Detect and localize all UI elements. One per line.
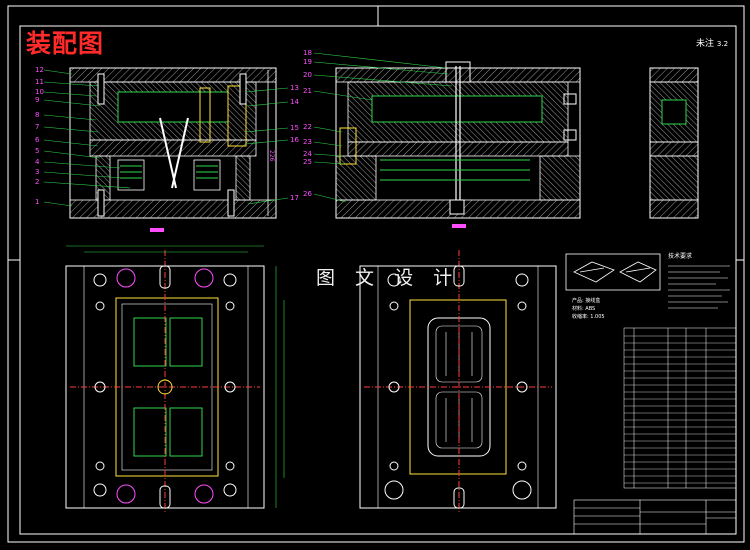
balloons-left-view-right: 13 14 15 16 17 xyxy=(290,84,299,202)
notes-header: 技术要求 xyxy=(668,252,692,260)
balloon-label: 22 xyxy=(303,123,312,131)
technical-notes: 技术要求 产品: 接线盒 材料: ABS 收缩率: 1.005 xyxy=(572,252,730,320)
balloon-label: 1 xyxy=(35,198,39,206)
product-line: 材料: ABS xyxy=(572,305,595,312)
balloon-label: 10 xyxy=(35,88,44,96)
product-iso-views xyxy=(565,253,661,291)
balloon-label: 11 xyxy=(35,78,44,86)
balloon-label: 13 xyxy=(290,84,299,92)
roughness-value: 3.2 xyxy=(716,40,729,48)
balloon-label: 6 xyxy=(35,136,40,144)
balloon-label: 24 xyxy=(303,150,312,158)
balloon-label: 23 xyxy=(303,138,312,146)
section-view-left: 226 xyxy=(69,67,277,232)
balloon-label: 16 xyxy=(290,136,299,144)
balloon-label: 12 xyxy=(35,66,44,74)
balloon-label: 5 xyxy=(35,147,39,155)
balloon-label: 17 xyxy=(290,194,299,202)
product-line: 产品: 接线盒 xyxy=(572,297,600,304)
roughness-note-label: 未注 xyxy=(696,39,715,49)
balloon-label: 3 xyxy=(35,168,39,176)
balloon-label: 4 xyxy=(35,158,40,166)
section-view-right xyxy=(335,61,581,228)
balloon-label: 26 xyxy=(303,190,312,198)
product-line: 收缩率: 1.005 xyxy=(572,313,605,320)
parts-list-rows xyxy=(624,335,736,484)
roughness-note: 未注 3.2 xyxy=(696,36,728,49)
balloon-label: 8 xyxy=(35,111,39,119)
side-view xyxy=(649,67,699,219)
balloon-label: 9 xyxy=(35,96,39,104)
balloon-label: 2 xyxy=(35,178,39,186)
drawing-title: 装配图 xyxy=(26,29,105,58)
balloons-left-view-left: 12 11 10 9 8 7 6 5 4 3 2 1 xyxy=(35,66,44,206)
watermark-text: 图 文 设 计 xyxy=(316,267,460,289)
balloons-right-view: 18 19 20 21 22 23 24 25 26 xyxy=(303,49,312,198)
balloon-label: 20 xyxy=(303,71,312,79)
balloon-label: 25 xyxy=(303,158,312,166)
balloon-label: 21 xyxy=(303,87,312,95)
balloon-label: 15 xyxy=(290,124,299,132)
title-block xyxy=(573,499,737,535)
svg-text:226: 226 xyxy=(268,150,275,162)
balloon-label: 18 xyxy=(303,49,312,57)
balloon-label: 19 xyxy=(303,58,312,66)
balloon-label: 7 xyxy=(35,123,39,131)
parts-list-table xyxy=(623,327,737,489)
balloon-label: 14 xyxy=(290,98,299,106)
